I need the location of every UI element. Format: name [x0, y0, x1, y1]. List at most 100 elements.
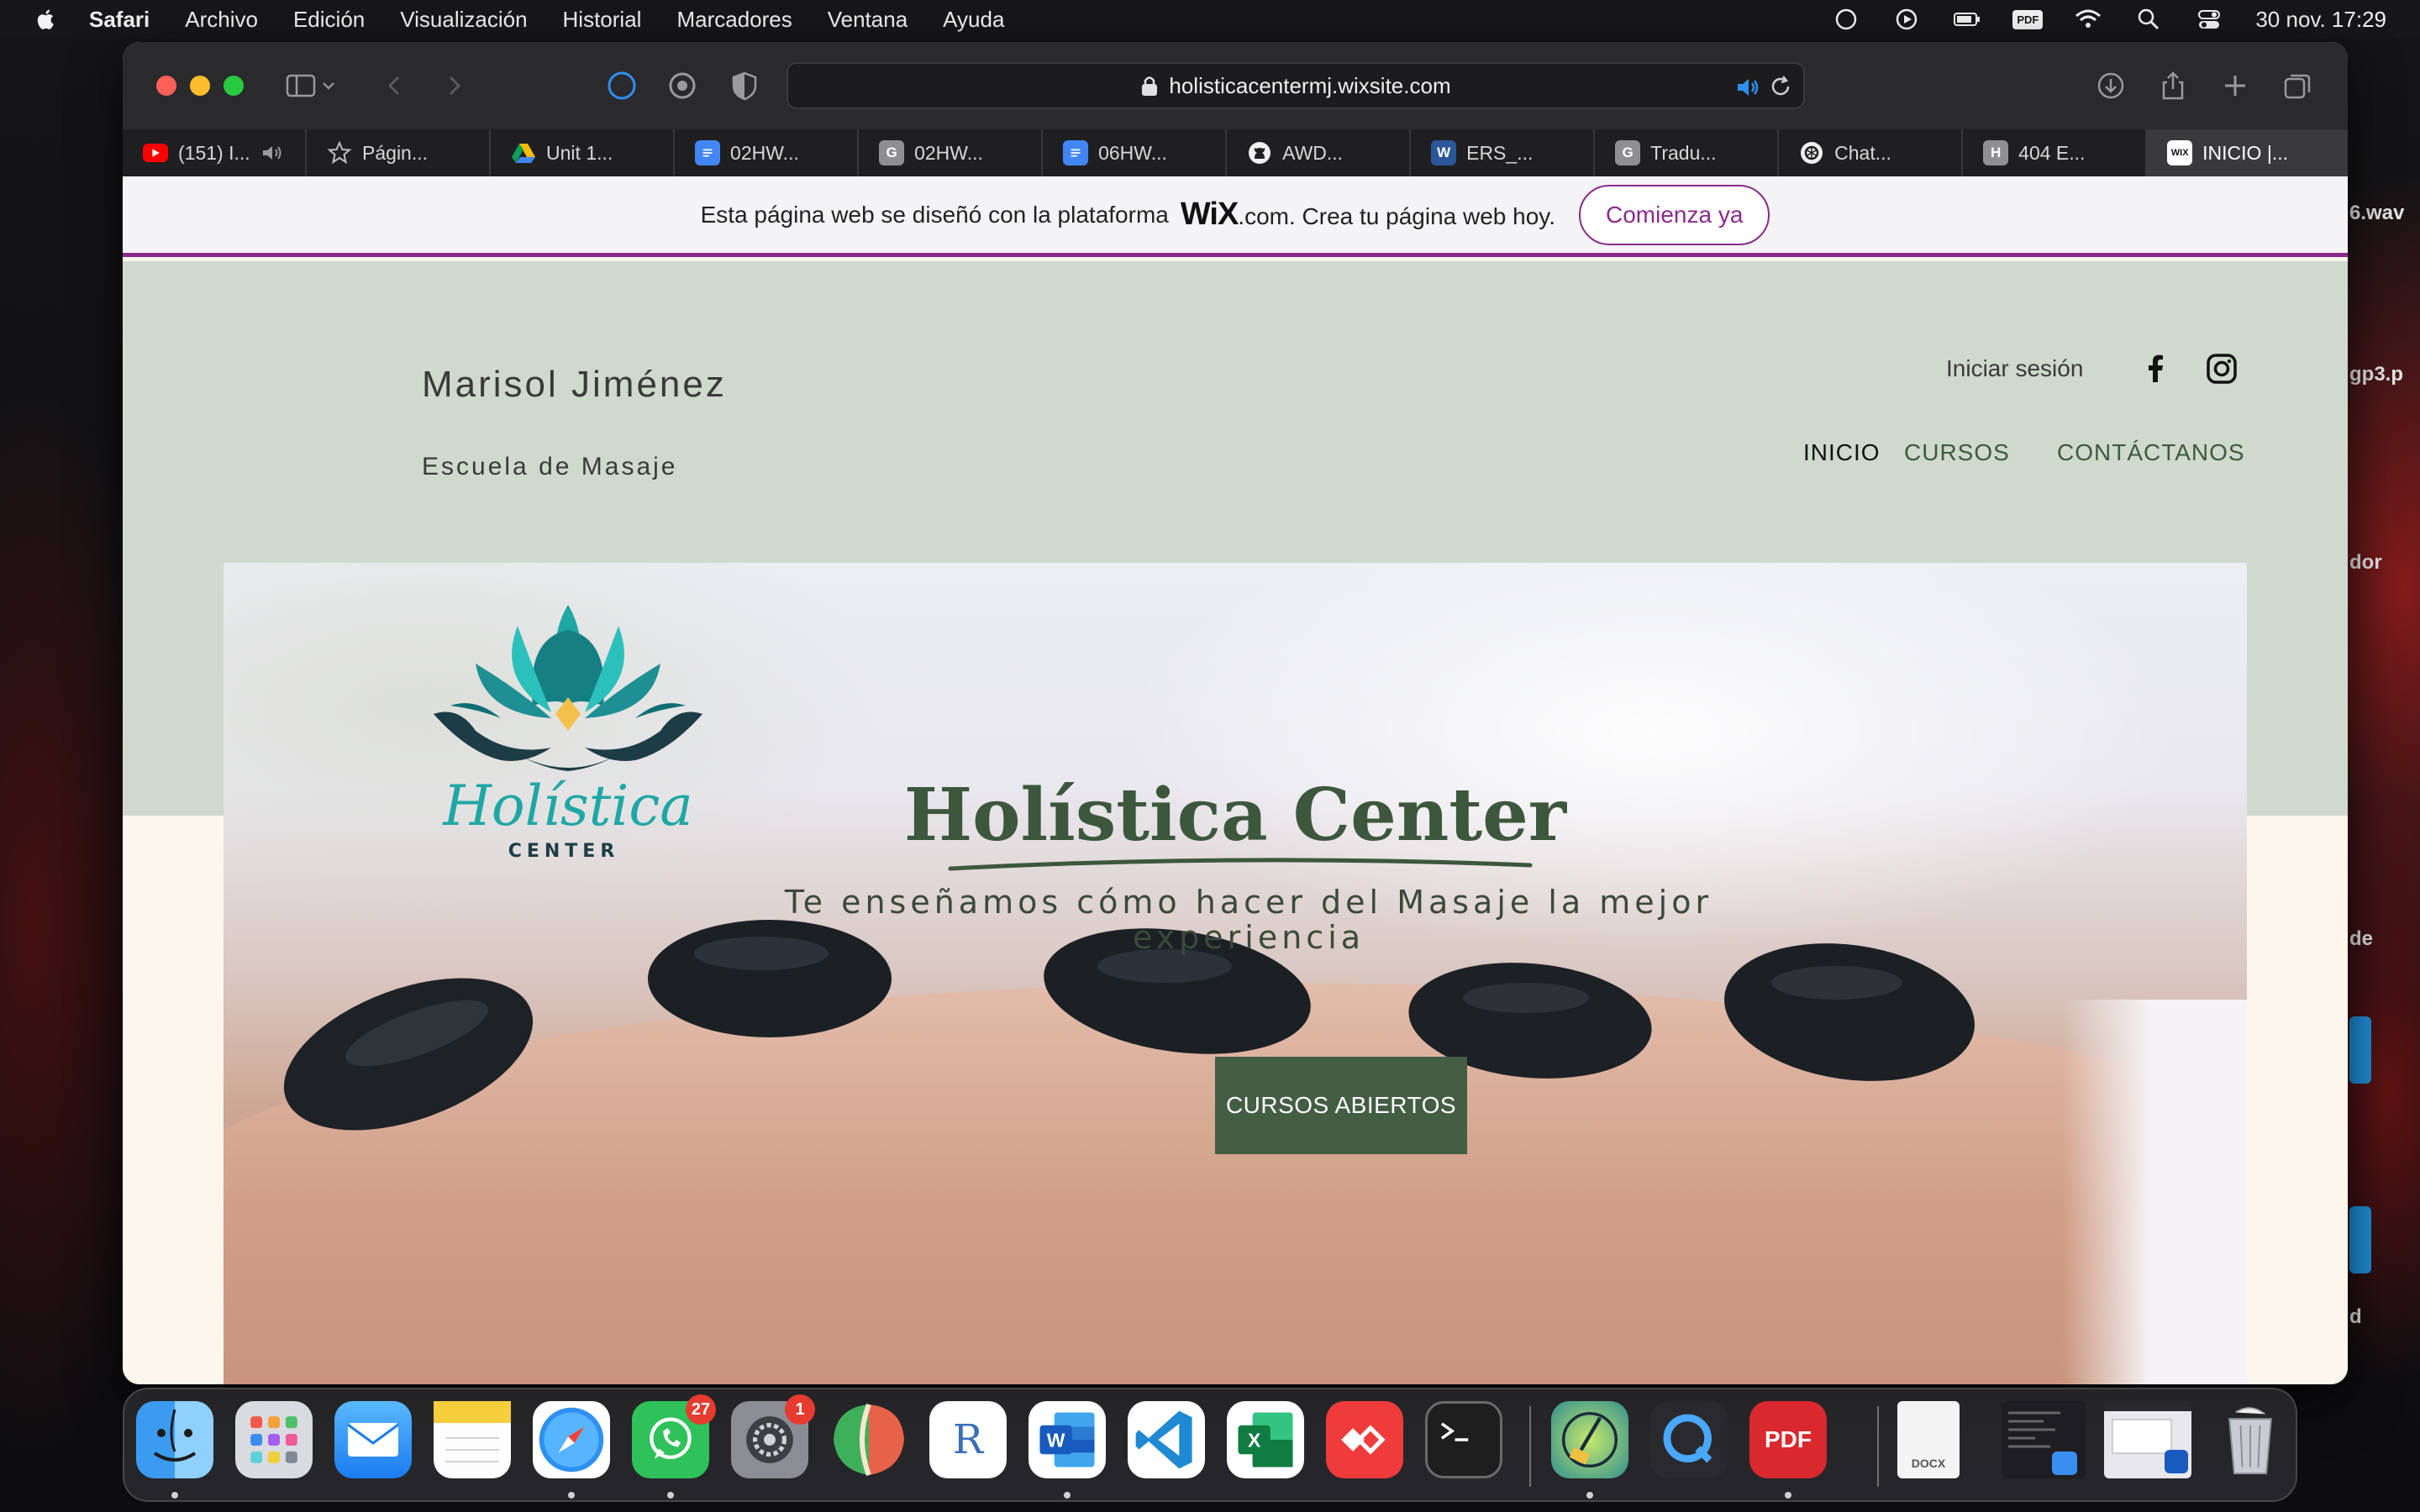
window-preview-thumbnail[interactable]: [2002, 1401, 2086, 1478]
spotlight-search-icon[interactable]: [2134, 7, 2163, 32]
whatsapp-icon[interactable]: 27: [632, 1394, 716, 1478]
control-center-icon[interactable]: [2195, 7, 2223, 32]
login-link[interactable]: Iniciar sesión: [1946, 355, 2083, 382]
tab-404[interactable]: H 404 E...: [1963, 129, 2148, 176]
apple-icon[interactable]: [34, 8, 55, 31]
system-settings-icon[interactable]: 1: [731, 1394, 815, 1478]
word-app-icon[interactable]: W: [1028, 1401, 1106, 1478]
tab-youtube[interactable]: (151) I...: [123, 129, 308, 176]
menu-edicion[interactable]: Edición: [293, 7, 365, 33]
focus-compass-icon[interactable]: [1832, 7, 1860, 32]
menu-ventana[interactable]: Ventana: [828, 7, 908, 33]
tab-g-1[interactable]: G 02HW...: [859, 129, 1044, 176]
site-brand-name[interactable]: Marisol Jiménez: [422, 364, 727, 406]
share-icon[interactable]: [2154, 67, 2191, 104]
back-arrow-icon[interactable]: [376, 67, 413, 104]
safari-compass-icon[interactable]: [603, 67, 640, 104]
cleaner-app-icon[interactable]: [1551, 1401, 1628, 1478]
window-preview-thumbnail-2[interactable]: [2104, 1401, 2191, 1478]
tab-g-2[interactable]: G Tradu...: [1595, 129, 1780, 176]
privacy-shield-icon[interactable]: [726, 67, 763, 104]
minimize-window-button[interactable]: [190, 76, 210, 96]
desktop-file-icon[interactable]: [2349, 1206, 2371, 1273]
desktop-file-label[interactable]: 6.wav: [2349, 202, 2404, 225]
wix-logo[interactable]: WiX.com. Crea tu página web hoy.: [1181, 197, 1555, 233]
terminal-icon[interactable]: [1425, 1401, 1502, 1478]
dock: 27 1 R W X PDF DOCX: [123, 1388, 2297, 1502]
tab-label: 02HW...: [914, 141, 983, 164]
maps-icon[interactable]: [830, 1401, 908, 1478]
running-indicator: [1785, 1492, 1791, 1499]
word-icon: W: [1431, 140, 1457, 165]
g-icon: G: [879, 140, 905, 165]
excel-icon[interactable]: X: [1227, 1401, 1304, 1478]
tab-google-drive[interactable]: Unit 1...: [491, 129, 676, 176]
notes-icon[interactable]: [434, 1401, 511, 1478]
trash-icon[interactable]: [2212, 1401, 2289, 1478]
tab-overview-icon[interactable]: [2279, 67, 2316, 104]
instagram-icon[interactable]: [2203, 350, 2240, 387]
tab-inicio-active[interactable]: WIX INICIO |...: [2147, 129, 2348, 176]
quicktime-icon[interactable]: [1650, 1401, 1728, 1478]
safari-window: holisticacentermj.wixsite.com (151) I...…: [123, 42, 2348, 1384]
reload-icon[interactable]: [1768, 74, 1793, 99]
menu-app-safari[interactable]: Safari: [89, 7, 150, 33]
menu-archivo[interactable]: Archivo: [185, 7, 258, 33]
tab-chatgpt[interactable]: Chat...: [1779, 129, 1964, 176]
desktop-file-label[interactable]: de: [2349, 927, 2373, 951]
downloads-icon[interactable]: [2092, 67, 2129, 104]
media-play-icon[interactable]: [1892, 7, 1921, 32]
r-studio-icon[interactable]: R: [929, 1401, 1007, 1478]
close-window-button[interactable]: [156, 76, 176, 96]
comienza-ya-button[interactable]: Comienza ya: [1578, 184, 1770, 245]
safari-app-icon[interactable]: [533, 1401, 610, 1478]
record-extension-icon[interactable]: [664, 67, 701, 104]
anydesk-icon[interactable]: [1326, 1401, 1403, 1478]
tab-audio-icon[interactable]: [1734, 74, 1761, 101]
desktop-file-label[interactable]: d: [2349, 1305, 2362, 1329]
tab-word[interactable]: W ERS_...: [1411, 129, 1596, 176]
pdf-expert-icon[interactable]: PDF: [1749, 1401, 1827, 1478]
vscode-icon[interactable]: [1128, 1401, 1205, 1478]
battery-icon[interactable]: [1953, 7, 1981, 32]
pdf-menu-icon[interactable]: PDF: [2012, 7, 2044, 32]
sidebar-toggle-icon[interactable]: [282, 67, 319, 104]
menu-marcadores[interactable]: Marcadores: [676, 7, 792, 33]
new-tab-plus-icon[interactable]: [2217, 67, 2254, 104]
tab-github[interactable]: AWD...: [1227, 129, 1412, 176]
nav-contactanos[interactable]: CONTÁCTANOS: [2057, 439, 2245, 466]
mail-icon[interactable]: [334, 1401, 412, 1478]
speaker-icon[interactable]: [260, 143, 284, 163]
menu-visualizacion[interactable]: Visualización: [400, 7, 527, 33]
tab-google-docs-2[interactable]: 06HW...: [1043, 129, 1228, 176]
tab-google-docs-1[interactable]: 02HW...: [675, 129, 860, 176]
running-indicator: [1064, 1492, 1071, 1499]
chevron-down-icon[interactable]: [316, 67, 341, 104]
menu-historial[interactable]: Historial: [563, 7, 642, 33]
tab-bookmark-page[interactable]: Págin...: [307, 129, 492, 176]
facebook-icon[interactable]: [2138, 350, 2175, 387]
menubar-clock[interactable]: 30 nov. 17:29: [2255, 7, 2386, 33]
zoom-window-button[interactable]: [224, 76, 244, 96]
nav-cursos[interactable]: CURSOS: [1904, 439, 2010, 466]
address-bar[interactable]: holisticacentermj.wixsite.com: [786, 62, 1805, 109]
tab-label: Chat...: [1834, 141, 1891, 164]
desktop-file-label[interactable]: dor: [2349, 551, 2382, 575]
notification-badge: 27: [686, 1394, 716, 1425]
menu-ayuda[interactable]: Ayuda: [943, 7, 1004, 33]
running-indicator: [171, 1492, 178, 1499]
docx-file-icon[interactable]: DOCX: [1897, 1401, 1960, 1478]
finder-icon[interactable]: [136, 1401, 213, 1478]
tab-label: Págin...: [362, 141, 429, 164]
google-docs-icon: [695, 140, 721, 165]
svg-text:W: W: [1047, 1430, 1065, 1452]
browser-toolbar: holisticacentermj.wixsite.com: [123, 42, 2348, 129]
cursos-abiertos-button[interactable]: CURSOS ABIERTOS: [1215, 1057, 1467, 1154]
forward-arrow-icon[interactable]: [435, 67, 472, 104]
hero-subtitle: Te enseñamos cómo hacer del Masaje la me…: [784, 884, 1713, 956]
desktop-file-icon[interactable]: [2349, 1016, 2371, 1084]
wifi-icon[interactable]: [2074, 7, 2102, 32]
nav-inicio[interactable]: INICIO: [1803, 439, 1881, 466]
launchpad-icon[interactable]: [235, 1401, 313, 1478]
desktop-file-label[interactable]: gp3.p: [2349, 363, 2403, 386]
